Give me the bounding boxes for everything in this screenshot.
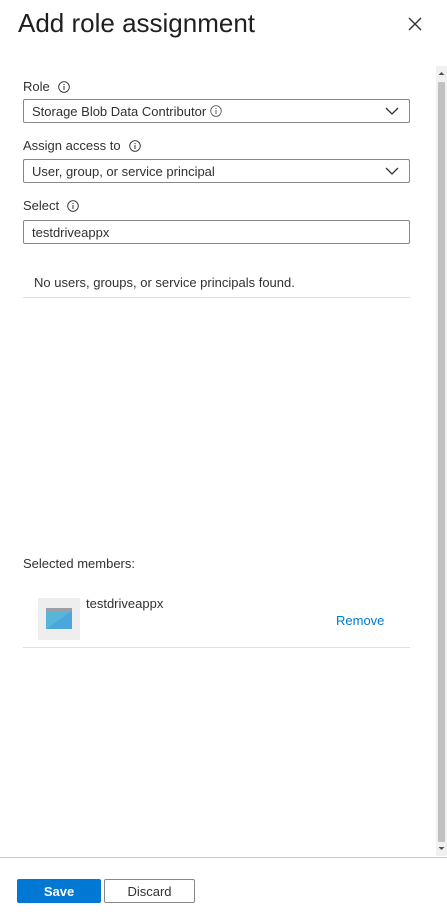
role-label: Role — [23, 79, 50, 94]
discard-button[interactable]: Discard — [104, 879, 195, 903]
role-dropdown-value: Storage Blob Data Contributor — [32, 103, 207, 119]
info-icon[interactable] — [128, 139, 141, 152]
close-icon[interactable] — [405, 14, 425, 34]
select-search-input[interactable] — [23, 220, 410, 244]
save-button[interactable]: Save — [17, 879, 101, 903]
select-label-row: Select — [23, 198, 79, 213]
role-dropdown[interactable]: Storage Blob Data Contributor — [23, 99, 410, 123]
select-label: Select — [23, 198, 60, 213]
chevron-down-icon — [385, 107, 399, 115]
app-icon — [38, 598, 80, 640]
scroll-up-arrow-icon[interactable] — [438, 70, 445, 77]
add-role-assignment-panel: Add role assignment Role Storage Blob Da… — [0, 0, 447, 923]
info-icon[interactable] — [67, 199, 79, 212]
selected-members-label: Selected members: — [23, 556, 135, 571]
info-icon[interactable] — [57, 80, 70, 93]
vertical-scrollbar[interactable] — [436, 66, 447, 856]
assign-access-dropdown-value: User, group, or service principal — [32, 163, 215, 179]
scroll-down-arrow-icon[interactable] — [438, 845, 445, 852]
divider — [23, 297, 410, 298]
assign-access-dropdown[interactable]: User, group, or service principal — [23, 159, 410, 183]
assign-access-label-row: Assign access to — [23, 138, 141, 153]
member-name: testdriveappx — [86, 596, 164, 611]
chevron-down-icon — [385, 167, 399, 175]
panel-title: Add role assignment — [18, 8, 256, 38]
role-info-icon[interactable] — [210, 105, 222, 117]
role-label-row: Role — [23, 79, 70, 94]
remove-member-link[interactable]: Remove — [336, 613, 384, 628]
scrollbar-thumb[interactable] — [438, 82, 445, 842]
assign-access-label: Assign access to — [23, 138, 121, 153]
empty-results-message: No users, groups, or service principals … — [34, 275, 295, 290]
divider — [23, 647, 410, 648]
footer-divider — [0, 857, 447, 858]
